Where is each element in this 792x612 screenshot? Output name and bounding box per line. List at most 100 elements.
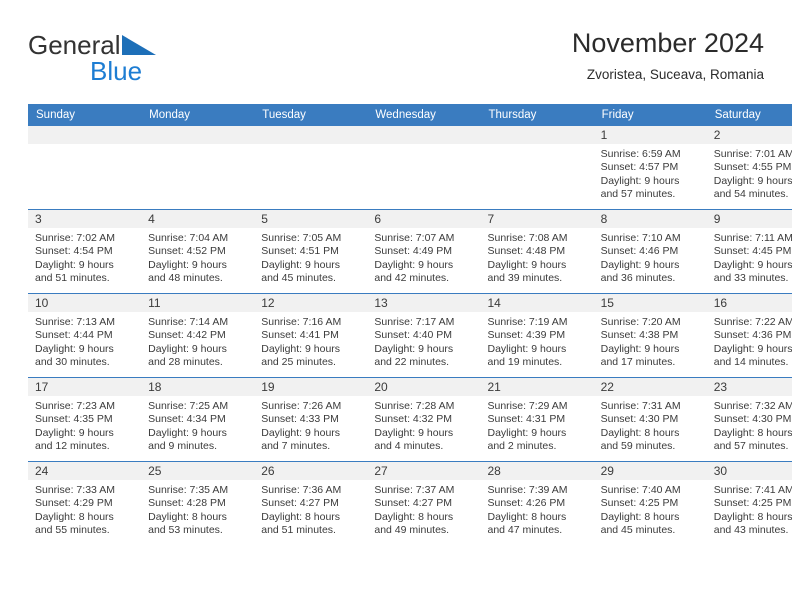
daylight-duration-line1: Daylight: 9 hours — [261, 258, 341, 271]
daylight-duration-line1: Daylight: 9 hours — [487, 258, 567, 271]
sunset-time: Sunset: 4:25 PM — [713, 497, 792, 510]
day-number: 2 — [706, 126, 792, 144]
sunrise-time: Sunrise: 7:04 AM — [148, 232, 229, 244]
sunset-time: Sunset: 4:34 PM — [148, 413, 226, 426]
calendar-day-cell[interactable]: 10 Sunrise: 7:13 AM Sunset: 4:44 PM Dayligh… — [28, 293, 142, 378]
calendar-day-cell[interactable]: 1 Sunrise: 6:59 AM Sunset: 4:57 PM Daylight… — [593, 126, 707, 210]
calendar-day-cell[interactable]: 30 Sunrise: 7:41 AM Sunset: 4:25 PM Dayligh… — [706, 461, 792, 545]
calendar-day-cell[interactable]: 9 Sunrise: 7:11 AM Sunset: 4:45 PM Daylight… — [706, 209, 792, 294]
weekday-header-saturday: Saturday — [706, 104, 792, 126]
calendar-day-cell[interactable]: 8 Sunrise: 7:10 AM Sunset: 4:46 PM Daylight… — [593, 209, 707, 294]
calendar-day-cell[interactable]: 4 Sunrise: 7:04 AM Sunset: 4:52 PM Daylight… — [141, 209, 255, 294]
daylight-duration-line1: Daylight: 9 hours — [600, 174, 680, 187]
day-number: 15 — [593, 294, 707, 312]
title-block: November 2024 Zvoristea, Suceava, Romani… — [572, 26, 764, 85]
day-number: 24 — [28, 462, 142, 480]
calendar-day-cell[interactable]: 26 Sunrise: 7:36 AM Sunset: 4:27 PM Dayligh… — [254, 461, 368, 545]
daylight-duration-line1: Daylight: 8 hours — [148, 510, 227, 523]
sunrise-time: Sunrise: 7:41 AM — [713, 484, 792, 496]
day-number: 9 — [706, 210, 792, 228]
daylight-duration-line2: and 53 minutes. — [148, 524, 223, 537]
calendar-day-cell[interactable]: 7 Sunrise: 7:08 AM Sunset: 4:48 PM Daylight… — [480, 209, 594, 294]
calendar-day-cell[interactable]: 23 Sunrise: 7:32 AM Sunset: 4:30 PM Dayligh… — [706, 377, 792, 462]
calendar-day-cell[interactable]: 27 Sunrise: 7:37 AM Sunset: 4:27 PM Dayligh… — [367, 461, 481, 545]
daylight-duration-line2: and 7 minutes. — [261, 440, 331, 453]
daylight-duration-line2: and 28 minutes. — [148, 356, 223, 369]
sunrise-time: Sunrise: 7:05 AM — [261, 232, 342, 244]
calendar-day-cell[interactable] — [480, 126, 594, 210]
calendar-day-cell[interactable]: 12 Sunrise: 7:16 AM Sunset: 4:41 PM Dayligh… — [254, 293, 368, 378]
calendar-day-cell[interactable]: 22 Sunrise: 7:31 AM Sunset: 4:30 PM Dayligh… — [593, 377, 707, 462]
calendar-day: 7 Sunrise: 7:08 AM Sunset: 4:48 PM Daylight… — [480, 210, 594, 293]
calendar-day: 23 Sunrise: 7:32 AM Sunset: 4:30 PM Dayligh… — [706, 378, 792, 461]
day-details: Sunrise: 7:25 AM Sunset: 4:34 PM Daylight:… — [141, 396, 254, 454]
calendar-day-cell[interactable]: 17 Sunrise: 7:23 AM Sunset: 4:35 PM Dayligh… — [28, 377, 142, 462]
day-number: 1 — [593, 126, 707, 144]
daylight-duration-line1: Daylight: 9 hours — [261, 342, 341, 355]
sunrise-time: Sunrise: 7:11 AM — [713, 232, 792, 244]
day-number — [480, 126, 594, 144]
day-number: 29 — [593, 462, 707, 480]
calendar-day-cell[interactable]: 19 Sunrise: 7:26 AM Sunset: 4:33 PM Dayligh… — [254, 377, 368, 462]
day-number: 5 — [254, 210, 368, 228]
calendar-day-cell[interactable]: 6 Sunrise: 7:07 AM Sunset: 4:49 PM Daylight… — [367, 209, 481, 294]
day-number: 18 — [141, 378, 255, 396]
calendar-day-cell[interactable] — [367, 126, 481, 210]
calendar-day-cell[interactable] — [254, 126, 368, 210]
daylight-duration-line2: and 43 minutes. — [713, 524, 789, 537]
daylight-duration-line1: Daylight: 9 hours — [261, 426, 341, 439]
calendar-day: 17 Sunrise: 7:23 AM Sunset: 4:35 PM Dayligh… — [28, 378, 142, 461]
daylight-duration-line1: Daylight: 9 hours — [35, 342, 114, 355]
calendar-day-cell[interactable]: 5 Sunrise: 7:05 AM Sunset: 4:51 PM Daylight… — [254, 209, 368, 294]
daylight-duration-line1: Daylight: 9 hours — [713, 174, 792, 187]
daylight-duration-line1: Daylight: 9 hours — [487, 342, 567, 355]
calendar-day: 22 Sunrise: 7:31 AM Sunset: 4:30 PM Dayligh… — [593, 378, 707, 461]
calendar-day: 1 Sunrise: 6:59 AM Sunset: 4:57 PM Daylight… — [593, 126, 707, 209]
day-number: 14 — [480, 294, 594, 312]
calendar-day-cell[interactable]: 3 Sunrise: 7:02 AM Sunset: 4:54 PM Daylight… — [28, 209, 142, 294]
daylight-duration-line1: Daylight: 9 hours — [487, 426, 567, 439]
calendar-day-cell[interactable]: 28 Sunrise: 7:39 AM Sunset: 4:26 PM Dayligh… — [480, 461, 594, 545]
calendar-day-cell[interactable]: 21 Sunrise: 7:29 AM Sunset: 4:31 PM Dayligh… — [480, 377, 594, 462]
calendar-day-cell[interactable]: 14 Sunrise: 7:19 AM Sunset: 4:39 PM Dayligh… — [480, 293, 594, 378]
calendar-day: 24 Sunrise: 7:33 AM Sunset: 4:29 PM Dayligh… — [28, 462, 142, 545]
sunrise-time: Sunrise: 7:26 AM — [261, 400, 342, 412]
day-details: Sunrise: 7:40 AM Sunset: 4:25 PM Daylight:… — [594, 480, 707, 538]
day-number: 10 — [28, 294, 142, 312]
day-details: Sunrise: 7:33 AM Sunset: 4:29 PM Daylight:… — [28, 480, 141, 538]
calendar-day-cell[interactable] — [141, 126, 255, 210]
calendar-day: 16 Sunrise: 7:22 AM Sunset: 4:36 PM Dayligh… — [706, 294, 792, 377]
sunset-time: Sunset: 4:25 PM — [600, 497, 679, 510]
sunrise-time: Sunrise: 7:14 AM — [148, 316, 229, 328]
sunset-time: Sunset: 4:46 PM — [600, 245, 679, 258]
sunset-time: Sunset: 4:36 PM — [713, 329, 792, 342]
sunset-time: Sunset: 4:26 PM — [487, 497, 566, 510]
brand-logo[interactable]: General Blue — [28, 30, 258, 92]
calendar-day-cell[interactable]: 29 Sunrise: 7:40 AM Sunset: 4:25 PM Dayligh… — [593, 461, 707, 545]
sunrise-time: Sunrise: 7:39 AM — [487, 484, 568, 496]
calendar-day-cell[interactable]: 18 Sunrise: 7:25 AM Sunset: 4:34 PM Dayligh… — [141, 377, 255, 462]
sunrise-time: Sunrise: 7:35 AM — [148, 484, 229, 496]
day-number: 4 — [141, 210, 255, 228]
calendar-day-cell[interactable]: 20 Sunrise: 7:28 AM Sunset: 4:32 PM Dayligh… — [367, 377, 481, 462]
daylight-duration-line2: and 9 minutes. — [148, 440, 218, 453]
calendar-day: 25 Sunrise: 7:35 AM Sunset: 4:28 PM Dayligh… — [141, 462, 255, 545]
calendar-day-cell[interactable]: 15 Sunrise: 7:20 AM Sunset: 4:38 PM Dayligh… — [593, 293, 707, 378]
daylight-duration-line2: and 4 minutes. — [374, 440, 444, 453]
calendar-day-cell[interactable]: 13 Sunrise: 7:17 AM Sunset: 4:40 PM Dayligh… — [367, 293, 481, 378]
calendar-day-cell[interactable]: 24 Sunrise: 7:33 AM Sunset: 4:29 PM Dayligh… — [28, 461, 142, 545]
sunrise-time: Sunrise: 7:08 AM — [487, 232, 568, 244]
calendar-day-empty — [254, 126, 368, 209]
calendar-day-cell[interactable]: 11 Sunrise: 7:14 AM Sunset: 4:42 PM Dayligh… — [141, 293, 255, 378]
sunrise-time: Sunrise: 7:17 AM — [374, 316, 455, 328]
calendar-day-cell[interactable]: 2 Sunrise: 7:01 AM Sunset: 4:55 PM Daylight… — [706, 126, 792, 210]
sunset-time: Sunset: 4:39 PM — [487, 329, 566, 342]
day-details: Sunrise: 7:05 AM Sunset: 4:51 PM Daylight:… — [254, 228, 367, 286]
calendar-day-cell[interactable]: 16 Sunrise: 7:22 AM Sunset: 4:36 PM Dayligh… — [706, 293, 792, 378]
day-number: 8 — [593, 210, 707, 228]
calendar-day-cell[interactable] — [28, 126, 142, 210]
day-details: Sunrise: 7:37 AM Sunset: 4:27 PM Daylight:… — [367, 480, 480, 538]
calendar-day: 12 Sunrise: 7:16 AM Sunset: 4:41 PM Dayligh… — [254, 294, 368, 377]
calendar-day-cell[interactable]: 25 Sunrise: 7:35 AM Sunset: 4:28 PM Dayligh… — [141, 461, 255, 545]
sunset-time: Sunset: 4:38 PM — [600, 329, 679, 342]
